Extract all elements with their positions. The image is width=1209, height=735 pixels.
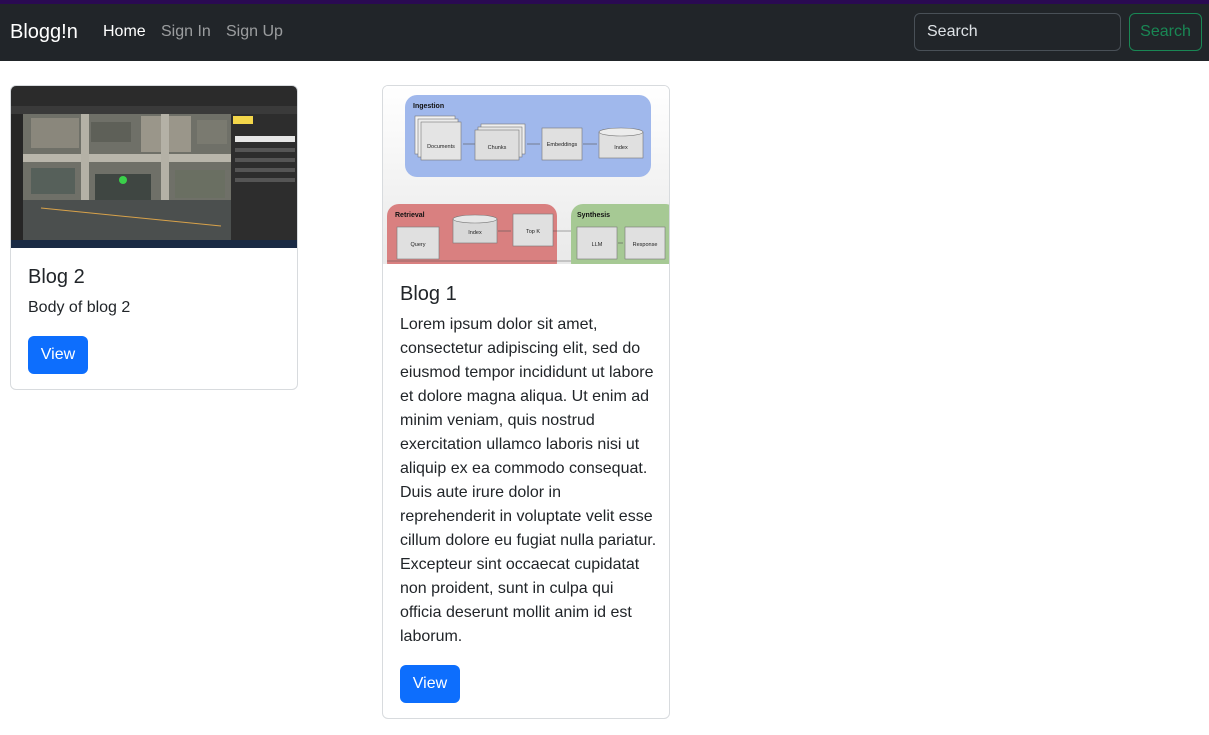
- brand-logo[interactable]: Blogg!n: [10, 21, 78, 44]
- search-input[interactable]: [914, 13, 1121, 51]
- node-query: Query: [411, 242, 426, 248]
- node-response: Response: [633, 242, 658, 248]
- navbar: Blogg!n Home Sign In Sign Up Search: [0, 4, 1209, 61]
- rag-pipeline-diagram: Ingestion Documents Chunks Embeddings In…: [383, 86, 669, 264]
- nav-link-sign-in[interactable]: Sign In: [161, 23, 211, 41]
- node-documents: Documents: [427, 144, 455, 150]
- ingestion-label: Ingestion: [413, 103, 444, 110]
- node-index: Index: [614, 145, 628, 151]
- node-embeddings: Embeddings: [547, 142, 578, 148]
- retrieval-label: Retrieval: [395, 212, 425, 219]
- node-index-retrieval: Index: [468, 230, 482, 236]
- search-button[interactable]: Search: [1129, 13, 1202, 51]
- nav-link-home[interactable]: Home: [103, 23, 146, 41]
- map-screenshot-image: [11, 86, 297, 248]
- card-image-map-screenshot: [11, 86, 297, 248]
- blog-card-2: Blog 2 Body of blog 2 View: [10, 85, 298, 390]
- node-llm: LLM: [592, 242, 603, 248]
- card-image-rag-pipeline-diagram: Ingestion Documents Chunks Embeddings In…: [383, 86, 669, 264]
- card-title: Blog 1: [400, 283, 457, 305]
- nav-link-sign-up[interactable]: Sign Up: [226, 23, 283, 41]
- synthesis-label: Synthesis: [577, 212, 610, 219]
- card-body-text: Body of blog 2: [28, 299, 131, 316]
- node-top-k: Top K: [526, 229, 540, 235]
- blog-card-1: Ingestion Documents Chunks Embeddings In…: [382, 85, 670, 719]
- node-chunks: Chunks: [488, 145, 507, 151]
- view-button[interactable]: View: [400, 665, 460, 703]
- card-body-text: Lorem ipsum dolor sit amet, consectetur …: [400, 316, 657, 645]
- card-title: Blog 2: [28, 266, 85, 288]
- view-button[interactable]: View: [28, 336, 88, 374]
